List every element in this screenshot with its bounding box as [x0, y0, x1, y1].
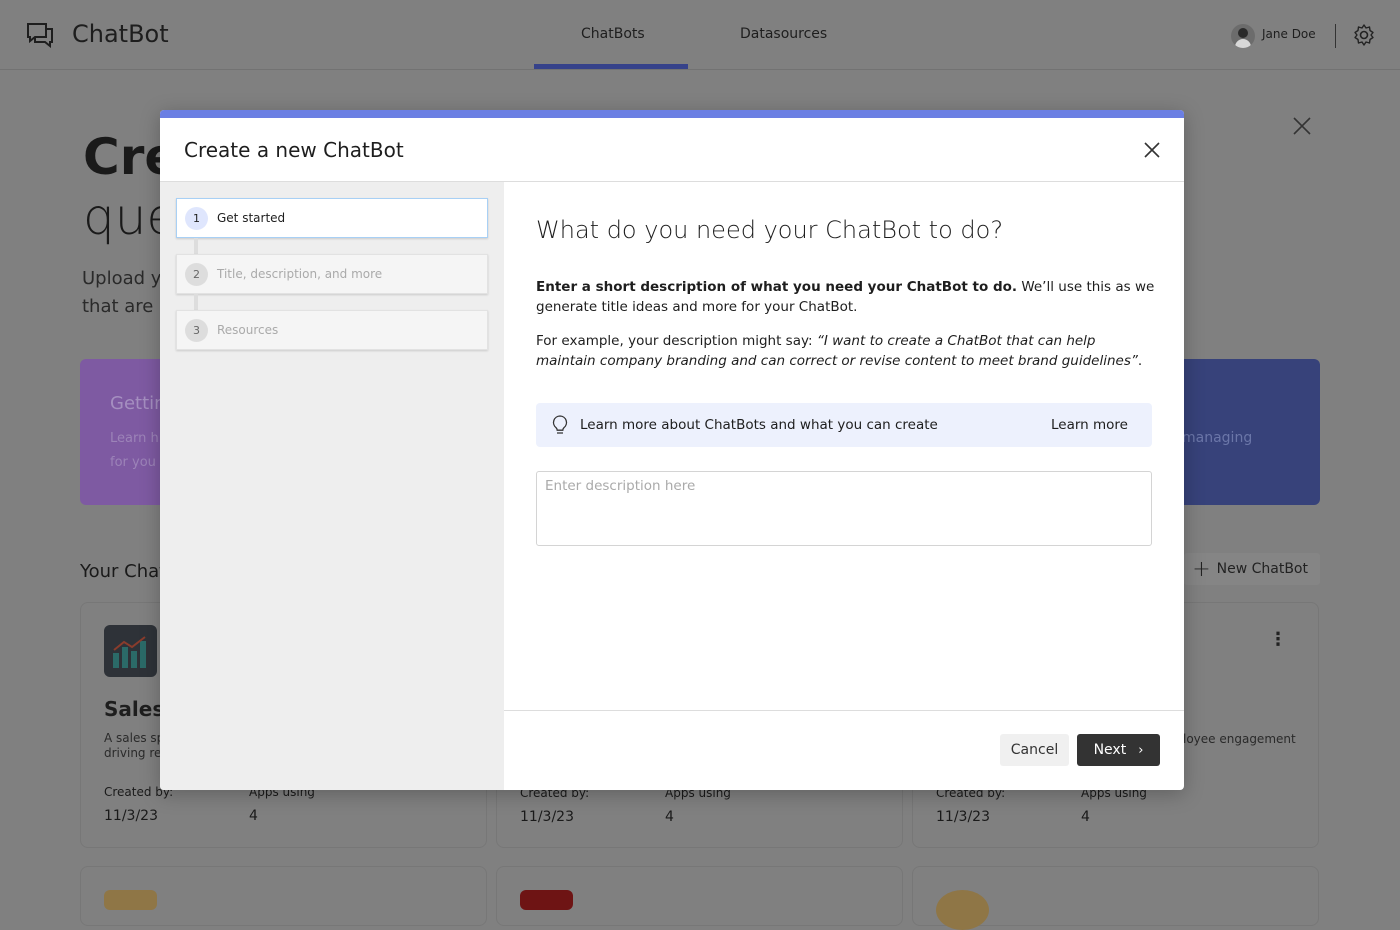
step-get-started[interactable]: 1 Get started [176, 198, 488, 238]
step-label: Get started [217, 211, 286, 225]
created-date: 11/3/23 [104, 808, 158, 824]
avatar[interactable] [1231, 24, 1255, 48]
chatbot-card[interactable] [912, 866, 1319, 930]
step-label: Title, description, and more [217, 267, 383, 281]
new-chatbot-label: New ChatBot [1216, 561, 1308, 577]
example-suffix: . [1137, 353, 1143, 369]
header-divider [1335, 24, 1336, 48]
lightbulb-icon [552, 415, 568, 434]
close-icon[interactable] [1144, 142, 1160, 158]
intro-line2: that are s [82, 296, 169, 317]
tab-datasources[interactable]: Datasources [740, 26, 827, 42]
promo-line: managing [1182, 430, 1253, 446]
chevron-right-icon: › [1138, 742, 1144, 758]
learn-more-link[interactable]: Learn more [1051, 417, 1128, 433]
chatbot-card[interactable] [496, 866, 903, 926]
apps-count: 4 [249, 808, 258, 824]
step-question: What do you need your ChatBot to do? [536, 216, 1004, 244]
user-name[interactable]: Jane Doe [1262, 27, 1316, 41]
apps-count: 4 [665, 809, 674, 825]
intro-text: Enter a short description of what you ne… [536, 277, 1156, 317]
more-options-icon[interactable]: ⋮ [1269, 629, 1287, 650]
section-title: Your Chat [80, 561, 167, 582]
cancel-button[interactable]: Cancel [1000, 734, 1069, 766]
plus-icon: + [1192, 556, 1211, 582]
card-desc-line2: driving rev [104, 746, 169, 760]
chatbot-card[interactable] [80, 866, 487, 926]
card-desc-line1: A sales sp [104, 731, 165, 745]
bot-icon [520, 890, 573, 910]
app-title: ChatBot [72, 20, 169, 48]
card-desc-line1: loyee engagement [1183, 732, 1296, 746]
intro-bold: Enter a short description of what you ne… [536, 279, 1018, 295]
sales-chart-icon [104, 625, 157, 677]
learn-more-banner: Learn more about ChatBots and what you c… [536, 403, 1152, 447]
app-header [0, 0, 1400, 70]
step-label: Resources [217, 323, 279, 337]
example-prefix: For example, your description might say: [536, 333, 817, 349]
bot-icon [104, 890, 157, 910]
step-title-description[interactable]: 2 Title, description, and more [176, 254, 488, 294]
promo-line2: for you [110, 455, 156, 470]
active-tab-indicator [534, 64, 688, 69]
example-text: For example, your description might say:… [536, 331, 1156, 371]
bot-icon [936, 890, 989, 930]
gear-icon[interactable] [1352, 23, 1376, 47]
footer-divider [504, 710, 1184, 711]
next-button[interactable]: Next › [1077, 734, 1160, 766]
promo-title: Gettin [110, 393, 166, 414]
step-number: 2 [185, 262, 208, 286]
steps-sidebar: 1 Get started 2 Title, description, and mo… [160, 182, 504, 790]
dialog-accent-bar [160, 110, 1184, 118]
create-chatbot-dialog: Create a new ChatBot 1 Get started 2 Title… [160, 110, 1184, 790]
new-chatbot-button[interactable]: + New ChatBot [1184, 553, 1320, 585]
close-icon[interactable] [1293, 117, 1311, 135]
tab-chatbots[interactable]: ChatBots [581, 26, 645, 42]
tip-text: Learn more about ChatBots and what you c… [580, 417, 938, 433]
step-resources[interactable]: 3 Resources [176, 310, 488, 350]
description-input[interactable] [536, 471, 1152, 546]
promo-line1: Learn h [110, 431, 159, 446]
created-date: 11/3/23 [936, 809, 990, 825]
apps-count: 4 [1081, 809, 1090, 825]
step-number: 1 [185, 206, 208, 230]
created-date: 11/3/23 [520, 809, 574, 825]
intro-line1: Upload y [82, 268, 162, 289]
step-connector [194, 294, 198, 310]
step-connector [194, 238, 198, 254]
step-number: 3 [185, 318, 208, 342]
next-label: Next [1093, 742, 1127, 758]
chat-logo-icon [27, 23, 53, 48]
dialog-title: Create a new ChatBot [184, 138, 404, 162]
card-title: Sales [104, 697, 165, 721]
